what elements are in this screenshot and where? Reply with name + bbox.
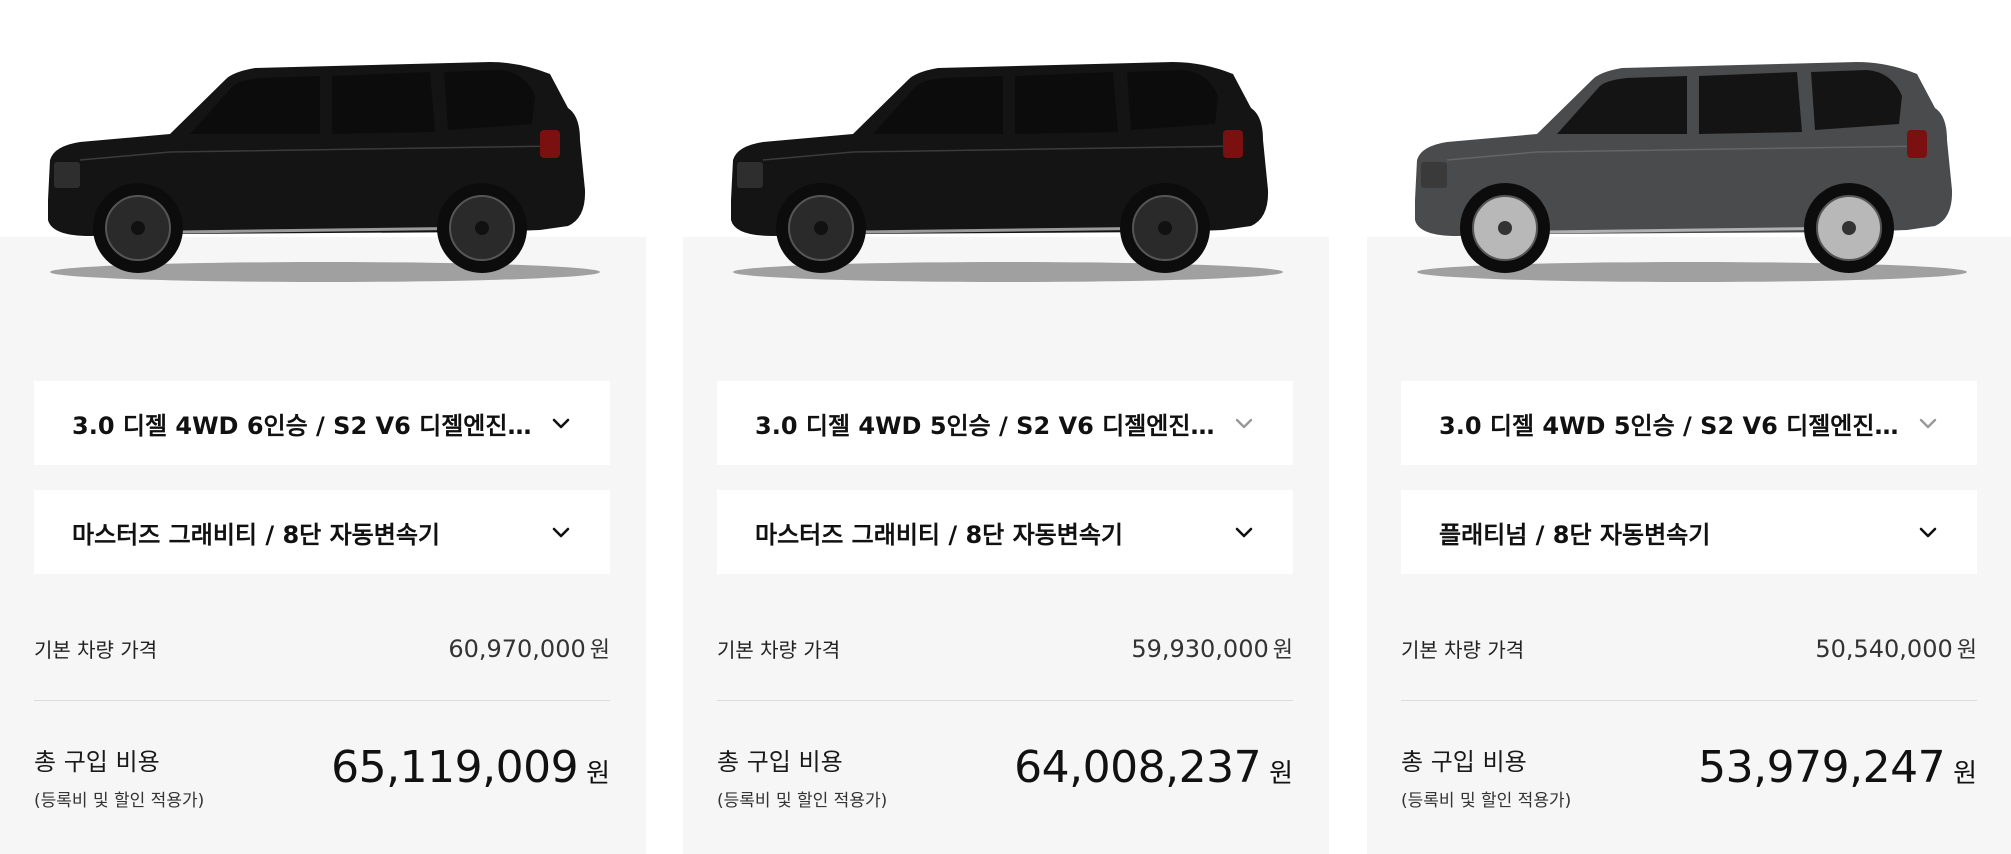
- total-cost-label: 총 구입 비용: [717, 748, 843, 776]
- base-price-unit: 원: [1272, 638, 1293, 663]
- chevron-down-icon: [1917, 521, 1939, 543]
- grade-select[interactable]: 마스터즈 그래비티 / 8단 자동변속기: [717, 490, 1293, 574]
- chevron-down-icon: [1233, 521, 1255, 543]
- chevron-down-icon: [1233, 412, 1255, 434]
- car-image: [20, 50, 620, 290]
- base-price-value: 50,540,000 원: [1815, 632, 1977, 664]
- vehicle-card-3: 3.0 디젤 4WD 5인승 / S2 V6 디젤엔진(강... 플래티넘 / …: [1367, 0, 2011, 854]
- grade-select[interactable]: 플래티넘 / 8단 자동변속기: [1401, 490, 1977, 574]
- total-cost-label: 총 구입 비용: [1401, 748, 1527, 776]
- trim-select[interactable]: 3.0 디젤 4WD 5인승 / S2 V6 디젤엔진(강...: [1401, 381, 1977, 465]
- trim-select-value: 3.0 디젤 4WD 6인승 / S2 V6 디젤엔진(강...: [72, 411, 538, 440]
- trim-select-value: 3.0 디젤 4WD 5인승 / S2 V6 디젤엔진(강...: [755, 411, 1221, 440]
- total-cost-unit: 원: [1953, 759, 1977, 789]
- base-price-value: 59,930,000 원: [1131, 632, 1293, 664]
- grade-select-value: 플래티넘 / 8단 자동변속기: [1439, 520, 1711, 549]
- total-cost-unit: 원: [586, 759, 610, 789]
- comparison-page: 3.0 디젤 4WD 6인승 / S2 V6 디젤엔진(강... 마스터즈 그래…: [0, 0, 2011, 854]
- total-cost-value: 64,008,237 원: [1014, 742, 1293, 793]
- divider: [1401, 700, 1977, 701]
- divider: [34, 700, 610, 701]
- total-cost-note: (등록비 및 할인 적용가): [34, 791, 205, 811]
- base-price-label: 기본 차량 가격: [34, 637, 158, 662]
- base-price-row: 기본 차량 가격 50,540,000 원: [1401, 628, 1977, 668]
- car-image: [703, 50, 1303, 290]
- trim-select-value: 3.0 디젤 4WD 5인승 / S2 V6 디젤엔진(강...: [1439, 411, 1905, 440]
- trim-select[interactable]: 3.0 디젤 4WD 5인승 / S2 V6 디젤엔진(강...: [717, 381, 1293, 465]
- total-cost-unit: 원: [1269, 759, 1293, 789]
- chevron-down-icon: [550, 412, 572, 434]
- divider: [717, 700, 1293, 701]
- total-cost-value: 53,979,247 원: [1698, 742, 1977, 793]
- total-cost-note: (등록비 및 할인 적용가): [1401, 791, 1572, 811]
- base-price-label: 기본 차량 가격: [717, 637, 841, 662]
- total-cost-number: 53,979,247: [1698, 742, 1946, 793]
- base-price-row: 기본 차량 가격 60,970,000 원: [34, 628, 610, 668]
- grade-select-value: 마스터즈 그래비티 / 8단 자동변속기: [72, 520, 441, 549]
- vehicle-card-1: 3.0 디젤 4WD 6인승 / S2 V6 디젤엔진(강... 마스터즈 그래…: [0, 0, 646, 854]
- base-price-number: 60,970,000: [448, 635, 586, 663]
- total-cost-number: 65,119,009: [331, 742, 579, 793]
- chevron-down-icon: [1917, 412, 1939, 434]
- base-price-value: 60,970,000 원: [448, 632, 610, 664]
- base-price-number: 59,930,000: [1131, 635, 1269, 663]
- chevron-down-icon: [550, 521, 572, 543]
- grade-select-value: 마스터즈 그래비티 / 8단 자동변속기: [755, 520, 1124, 549]
- base-price-row: 기본 차량 가격 59,930,000 원: [717, 628, 1293, 668]
- total-cost-note: (등록비 및 할인 적용가): [717, 791, 888, 811]
- total-cost-value: 65,119,009 원: [331, 742, 610, 793]
- total-cost-number: 64,008,237: [1014, 742, 1262, 793]
- vehicle-card-2: 3.0 디젤 4WD 5인승 / S2 V6 디젤엔진(강... 마스터즈 그래…: [683, 0, 1329, 854]
- base-price-number: 50,540,000: [1815, 635, 1953, 663]
- grade-select[interactable]: 마스터즈 그래비티 / 8단 자동변속기: [34, 490, 610, 574]
- base-price-unit: 원: [589, 638, 610, 663]
- car-image: [1387, 50, 1987, 290]
- trim-select[interactable]: 3.0 디젤 4WD 6인승 / S2 V6 디젤엔진(강...: [34, 381, 610, 465]
- base-price-label: 기본 차량 가격: [1401, 637, 1525, 662]
- total-cost-label: 총 구입 비용: [34, 748, 160, 776]
- base-price-unit: 원: [1956, 638, 1977, 663]
